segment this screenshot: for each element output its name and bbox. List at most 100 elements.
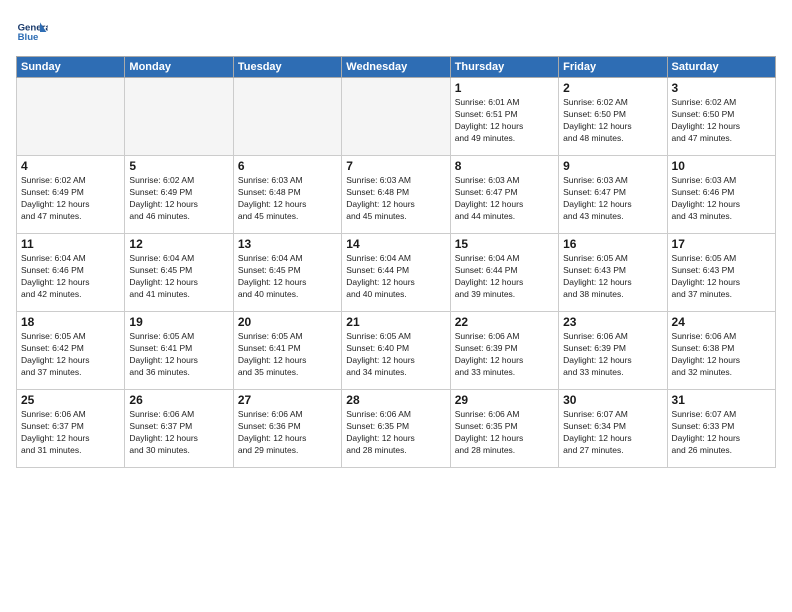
- day-info: Sunrise: 6:07 AM Sunset: 6:33 PM Dayligh…: [672, 409, 771, 457]
- day-info: Sunrise: 6:03 AM Sunset: 6:46 PM Dayligh…: [672, 175, 771, 223]
- day-cell-16: 16 Sunrise: 6:05 AM Sunset: 6:43 PM Dayli…: [559, 234, 667, 312]
- day-info: Sunrise: 6:02 AM Sunset: 6:50 PM Dayligh…: [672, 97, 771, 145]
- day-cell-2: 2 Sunrise: 6:02 AM Sunset: 6:50 PM Daylig…: [559, 78, 667, 156]
- header: General Blue: [16, 16, 776, 48]
- day-number: 10: [672, 159, 771, 173]
- day-info: Sunrise: 6:03 AM Sunset: 6:47 PM Dayligh…: [455, 175, 554, 223]
- day-cell-11: 11 Sunrise: 6:04 AM Sunset: 6:46 PM Dayli…: [17, 234, 125, 312]
- weekday-header-thursday: Thursday: [450, 57, 558, 78]
- weekday-header-tuesday: Tuesday: [233, 57, 341, 78]
- day-info: Sunrise: 6:02 AM Sunset: 6:49 PM Dayligh…: [21, 175, 120, 223]
- day-info: Sunrise: 6:01 AM Sunset: 6:51 PM Dayligh…: [455, 97, 554, 145]
- day-number: 20: [238, 315, 337, 329]
- day-info: Sunrise: 6:03 AM Sunset: 6:48 PM Dayligh…: [346, 175, 445, 223]
- weekday-header-wednesday: Wednesday: [342, 57, 450, 78]
- day-cell-30: 30Sunrise: 6:07 AM Sunset: 6:34 PM Dayli…: [559, 390, 667, 468]
- day-cell-9: 9Sunrise: 6:03 AM Sunset: 6:47 PM Daylig…: [559, 156, 667, 234]
- day-cell-12: 12Sunrise: 6:04 AM Sunset: 6:45 PM Dayli…: [125, 234, 233, 312]
- day-cell-3: 3 Sunrise: 6:02 AM Sunset: 6:50 PM Daylig…: [667, 78, 775, 156]
- day-number: 19: [129, 315, 228, 329]
- day-info: Sunrise: 6:05 AM Sunset: 6:43 PM Dayligh…: [563, 253, 662, 301]
- day-cell-28: 28Sunrise: 6:06 AM Sunset: 6:35 PM Dayli…: [342, 390, 450, 468]
- day-info: Sunrise: 6:05 AM Sunset: 6:42 PM Dayligh…: [21, 331, 120, 379]
- day-info: Sunrise: 6:06 AM Sunset: 6:37 PM Dayligh…: [129, 409, 228, 457]
- empty-cell: [233, 78, 341, 156]
- week-row-2: 4Sunrise: 6:02 AM Sunset: 6:49 PM Daylig…: [17, 156, 776, 234]
- weekday-header-row: SundayMondayTuesdayWednesdayThursdayFrid…: [17, 57, 776, 78]
- day-cell-21: 21 Sunrise: 6:05 AM Sunset: 6:40 PM Dayli…: [342, 312, 450, 390]
- day-cell-14: 14 Sunrise: 6:04 AM Sunset: 6:44 PM Dayli…: [342, 234, 450, 312]
- day-number: 16: [563, 237, 662, 251]
- weekday-header-monday: Monday: [125, 57, 233, 78]
- day-info: Sunrise: 6:04 AM Sunset: 6:45 PM Dayligh…: [238, 253, 337, 301]
- day-number: 6: [238, 159, 337, 173]
- day-number: 3: [672, 81, 771, 95]
- weekday-header-sunday: Sunday: [17, 57, 125, 78]
- day-number: 22: [455, 315, 554, 329]
- day-cell-22: 22 Sunrise: 6:06 AM Sunset: 6:39 PM Dayli…: [450, 312, 558, 390]
- day-cell-29: 29Sunrise: 6:06 AM Sunset: 6:35 PM Dayli…: [450, 390, 558, 468]
- day-cell-25: 25 Sunrise: 6:06 AM Sunset: 6:37 PM Dayli…: [17, 390, 125, 468]
- day-info: Sunrise: 6:04 AM Sunset: 6:44 PM Dayligh…: [455, 253, 554, 301]
- day-number: 18: [21, 315, 120, 329]
- day-cell-13: 13 Sunrise: 6:04 AM Sunset: 6:45 PM Dayli…: [233, 234, 341, 312]
- day-number: 26: [129, 393, 228, 407]
- page: General Blue SundayMondayTuesdayWednesda…: [0, 0, 792, 612]
- day-cell-17: 17 Sunrise: 6:05 AM Sunset: 6:43 PM Dayli…: [667, 234, 775, 312]
- day-number: 21: [346, 315, 445, 329]
- day-info: Sunrise: 6:06 AM Sunset: 6:36 PM Dayligh…: [238, 409, 337, 457]
- day-info: Sunrise: 6:06 AM Sunset: 6:39 PM Dayligh…: [563, 331, 662, 379]
- day-cell-1: 1 Sunrise: 6:01 AM Sunset: 6:51 PM Daylig…: [450, 78, 558, 156]
- day-cell-24: 24 Sunrise: 6:06 AM Sunset: 6:38 PM Dayli…: [667, 312, 775, 390]
- day-number: 2: [563, 81, 662, 95]
- weekday-header-friday: Friday: [559, 57, 667, 78]
- day-info: Sunrise: 6:05 AM Sunset: 6:41 PM Dayligh…: [238, 331, 337, 379]
- day-number: 30: [563, 393, 662, 407]
- week-row-4: 18 Sunrise: 6:05 AM Sunset: 6:42 PM Dayli…: [17, 312, 776, 390]
- day-cell-10: 10 Sunrise: 6:03 AM Sunset: 6:46 PM Dayli…: [667, 156, 775, 234]
- day-cell-20: 20 Sunrise: 6:05 AM Sunset: 6:41 PM Dayli…: [233, 312, 341, 390]
- day-number: 11: [21, 237, 120, 251]
- day-number: 9: [563, 159, 662, 173]
- day-cell-4: 4Sunrise: 6:02 AM Sunset: 6:49 PM Daylig…: [17, 156, 125, 234]
- day-number: 17: [672, 237, 771, 251]
- day-info: Sunrise: 6:02 AM Sunset: 6:49 PM Dayligh…: [129, 175, 228, 223]
- day-number: 14: [346, 237, 445, 251]
- svg-text:Blue: Blue: [18, 32, 39, 43]
- week-row-5: 25 Sunrise: 6:06 AM Sunset: 6:37 PM Dayli…: [17, 390, 776, 468]
- day-number: 1: [455, 81, 554, 95]
- day-number: 25: [21, 393, 120, 407]
- day-cell-8: 8 Sunrise: 6:03 AM Sunset: 6:47 PM Daylig…: [450, 156, 558, 234]
- day-info: Sunrise: 6:06 AM Sunset: 6:37 PM Dayligh…: [21, 409, 120, 457]
- day-number: 7: [346, 159, 445, 173]
- day-info: Sunrise: 6:04 AM Sunset: 6:45 PM Dayligh…: [129, 253, 228, 301]
- day-cell-31: 31 Sunrise: 6:07 AM Sunset: 6:33 PM Dayli…: [667, 390, 775, 468]
- calendar-table: SundayMondayTuesdayWednesdayThursdayFrid…: [16, 56, 776, 468]
- day-cell-18: 18 Sunrise: 6:05 AM Sunset: 6:42 PM Dayli…: [17, 312, 125, 390]
- day-info: Sunrise: 6:04 AM Sunset: 6:46 PM Dayligh…: [21, 253, 120, 301]
- day-cell-19: 19Sunrise: 6:05 AM Sunset: 6:41 PM Dayli…: [125, 312, 233, 390]
- week-row-3: 11 Sunrise: 6:04 AM Sunset: 6:46 PM Dayli…: [17, 234, 776, 312]
- logo-icon: General Blue: [16, 16, 48, 48]
- day-number: 29: [455, 393, 554, 407]
- day-number: 13: [238, 237, 337, 251]
- day-number: 31: [672, 393, 771, 407]
- empty-cell: [17, 78, 125, 156]
- day-cell-6: 6 Sunrise: 6:03 AM Sunset: 6:48 PM Daylig…: [233, 156, 341, 234]
- day-info: Sunrise: 6:06 AM Sunset: 6:38 PM Dayligh…: [672, 331, 771, 379]
- day-info: Sunrise: 6:04 AM Sunset: 6:44 PM Dayligh…: [346, 253, 445, 301]
- day-info: Sunrise: 6:05 AM Sunset: 6:40 PM Dayligh…: [346, 331, 445, 379]
- day-number: 24: [672, 315, 771, 329]
- day-number: 27: [238, 393, 337, 407]
- empty-cell: [342, 78, 450, 156]
- day-info: Sunrise: 6:03 AM Sunset: 6:48 PM Dayligh…: [238, 175, 337, 223]
- day-number: 8: [455, 159, 554, 173]
- day-number: 23: [563, 315, 662, 329]
- day-info: Sunrise: 6:02 AM Sunset: 6:50 PM Dayligh…: [563, 97, 662, 145]
- logo: General Blue: [16, 16, 52, 48]
- day-info: Sunrise: 6:05 AM Sunset: 6:43 PM Dayligh…: [672, 253, 771, 301]
- weekday-header-saturday: Saturday: [667, 57, 775, 78]
- day-info: Sunrise: 6:06 AM Sunset: 6:39 PM Dayligh…: [455, 331, 554, 379]
- empty-cell: [125, 78, 233, 156]
- day-cell-27: 27 Sunrise: 6:06 AM Sunset: 6:36 PM Dayli…: [233, 390, 341, 468]
